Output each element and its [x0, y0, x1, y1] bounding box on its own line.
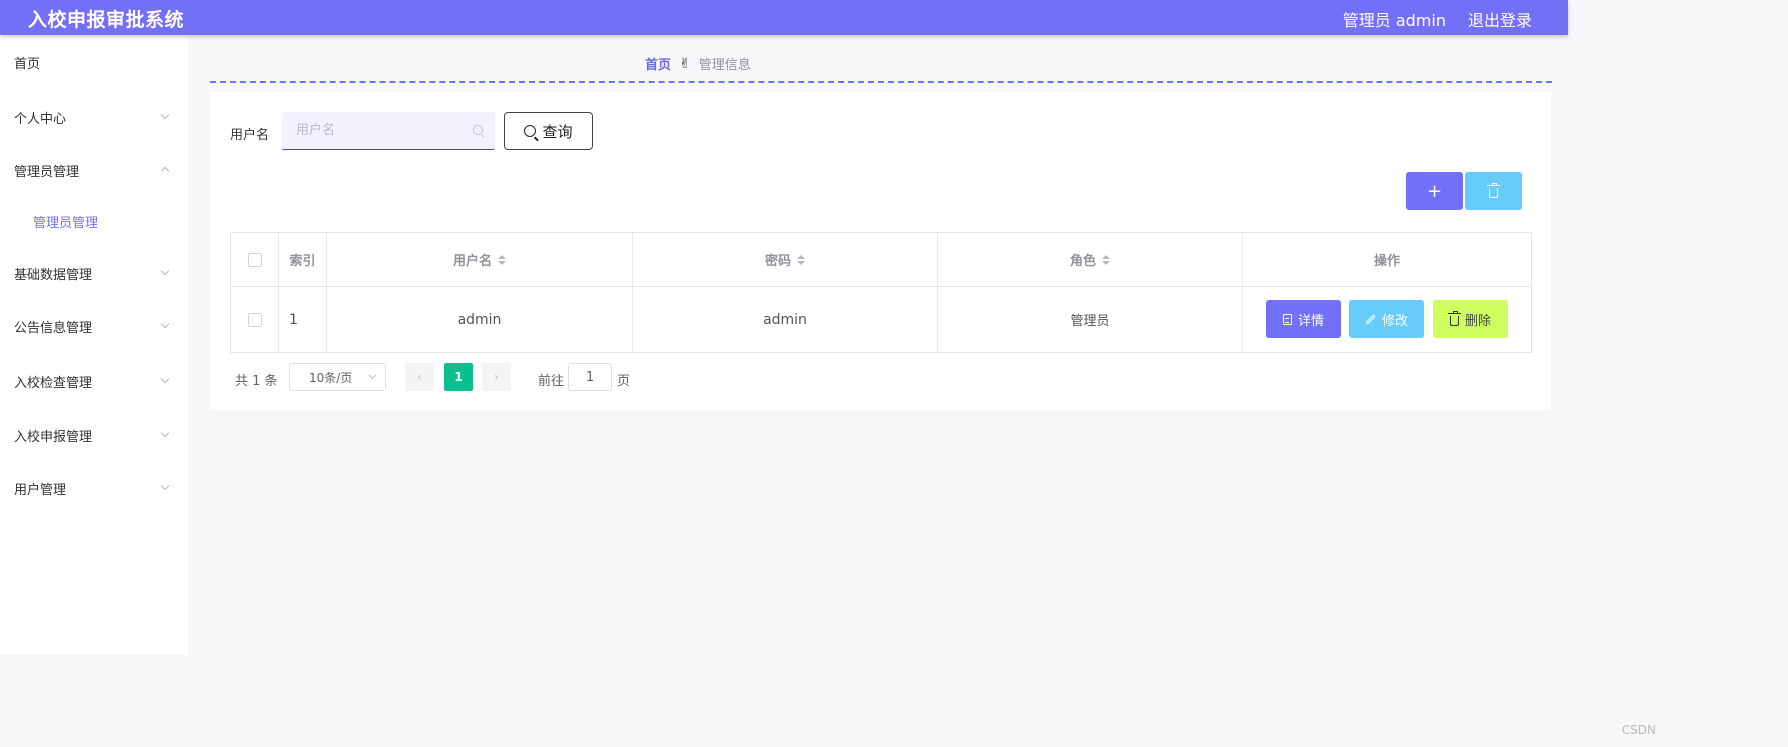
trash-icon: [1487, 182, 1500, 198]
search-input[interactable]: [296, 112, 476, 148]
header-user-area: 管理员 admin 退出登录: [1343, 7, 1532, 31]
sidebar-item-label: 用户管理: [14, 482, 67, 498]
sidebar-item-label: 入校申报管理: [14, 429, 93, 445]
trash-icon: [1447, 310, 1461, 326]
column-header-label: 索引: [289, 254, 316, 269]
sidebar-item-label: 公告信息管理: [14, 320, 93, 336]
detail-button[interactable]: 详情: [1266, 300, 1341, 338]
sidebar-item-label: 个人中心: [14, 111, 67, 127]
sort-icon[interactable]: [797, 254, 805, 265]
query-button[interactable]: 查询: [504, 112, 593, 150]
column-header-label: 密码: [764, 254, 791, 269]
top-header-bar: 入校申报审批系统 管理员 admin 退出登录: [0, 0, 1568, 35]
column-header-label: 操作: [1373, 254, 1400, 269]
goto-label: 前往: [538, 374, 565, 389]
sidebar-item-label: 入校检查管理: [14, 375, 93, 391]
goto-page-input[interactable]: [568, 363, 612, 391]
page-number-current[interactable]: 1: [444, 363, 473, 391]
table-header-row: 索引 用户名 密码 角色 操作: [231, 233, 1531, 287]
cell-password: admin: [633, 287, 938, 352]
cell-index: 1: [279, 287, 327, 352]
cell-actions: 详情 修改 删除: [1243, 287, 1531, 352]
breadcrumb: 首页 ✌ 管理信息: [645, 54, 751, 74]
add-button[interactable]: +: [1406, 172, 1463, 210]
breadcrumb-divider: [210, 81, 1552, 83]
breadcrumb-current: 管理信息: [698, 58, 751, 73]
sidebar-item-personal-center[interactable]: 个人中心: [14, 107, 174, 127]
chevron-down-icon: [160, 110, 170, 120]
hand-icon: ✌: [679, 55, 691, 72]
chevron-down-icon: [160, 266, 170, 276]
delete-button[interactable]: 删除: [1433, 300, 1508, 338]
admin-table: 索引 用户名 密码 角色 操作 1 admin admin 管理员 详情 修改 …: [230, 232, 1532, 353]
sidebar-subitem-admin-management[interactable]: 管理员管理: [33, 211, 193, 231]
pencil-icon: [1365, 314, 1376, 324]
column-header-label: 用户名: [452, 254, 492, 269]
search-icon: [473, 125, 483, 135]
search-label: 用户名: [230, 128, 270, 143]
plus-icon: +: [1426, 180, 1443, 202]
sidebar-item-home[interactable]: 首页: [14, 52, 174, 72]
sidebar-item-entry-declaration[interactable]: 入校申报管理: [14, 425, 174, 445]
sidebar-item-notices[interactable]: 公告信息管理: [14, 316, 174, 336]
chevron-up-icon: [160, 166, 170, 176]
app-title: 入校申报审批系统: [28, 9, 185, 31]
watermark: CSDN: [1621, 723, 1656, 737]
chevron-left-icon: ‹: [417, 370, 422, 384]
chevron-down-icon: [160, 481, 170, 491]
sidebar-item-admin-management[interactable]: 管理员管理: [14, 160, 174, 180]
logout-link[interactable]: 退出登录: [1468, 7, 1532, 31]
search-icon: [524, 125, 537, 137]
chevron-right-icon: ›: [494, 370, 499, 384]
chevron-down-icon: [368, 371, 377, 380]
next-page-button[interactable]: ›: [482, 363, 511, 391]
current-user-label: 管理员 admin: [1342, 11, 1446, 30]
chevron-down-icon: [160, 374, 170, 384]
detail-button-label: 详情: [1297, 313, 1324, 329]
content-card: 用户名 查询 + 索引 用户名: [210, 92, 1551, 410]
row-select-cell: [231, 287, 279, 352]
column-header-role[interactable]: 角色: [938, 233, 1243, 286]
document-icon: [1282, 313, 1292, 325]
column-header-index: 索引: [279, 233, 327, 286]
select-all-checkbox[interactable]: [247, 252, 262, 267]
query-button-label: 查询: [542, 122, 573, 141]
main-content: 首页 ✌ 管理信息 用户名 查询 + 索引: [188, 35, 1568, 655]
select-all-cell: [231, 233, 279, 286]
delete-button-label: 删除: [1464, 313, 1491, 329]
chevron-down-icon: [160, 428, 170, 438]
cell-role: 管理员: [938, 287, 1243, 352]
sort-icon[interactable]: [498, 254, 506, 265]
sidebar-menu: 首页 个人中心 管理员管理 管理员管理 基础数据管理 公告信息管理 入校检查管理…: [0, 35, 188, 655]
sidebar-item-label: 首页: [14, 56, 41, 72]
sidebar-item-entry-check[interactable]: 入校检查管理: [14, 371, 174, 391]
search-field: [282, 112, 495, 150]
sidebar-item-label: 基础数据管理: [14, 267, 93, 283]
page-unit-label: 页: [617, 374, 631, 389]
edit-button-label: 修改: [1381, 313, 1408, 329]
table-row: 1 admin admin 管理员 详情 修改 删除: [231, 287, 1531, 352]
column-header-label: 角色: [1069, 254, 1096, 269]
row-checkbox[interactable]: [247, 312, 262, 327]
chevron-down-icon: [160, 319, 170, 329]
column-header-password[interactable]: 密码: [633, 233, 938, 286]
sort-icon[interactable]: [1102, 254, 1110, 265]
page-size-select[interactable]: 10条/页: [289, 363, 386, 391]
column-header-username[interactable]: 用户名: [327, 233, 633, 286]
edit-button[interactable]: 修改: [1349, 300, 1424, 338]
column-header-actions: 操作: [1243, 233, 1531, 286]
sidebar-item-label: 管理员管理: [33, 215, 99, 231]
pagination-total: 共 1 条: [235, 374, 278, 389]
breadcrumb-home[interactable]: 首页: [645, 54, 671, 73]
sidebar-item-user-management[interactable]: 用户管理: [14, 478, 174, 498]
cell-username: admin: [327, 287, 633, 352]
page-size-value: 10条/页: [309, 370, 353, 385]
sidebar-item-label: 管理员管理: [14, 164, 80, 180]
sidebar-item-basic-data[interactable]: 基础数据管理: [14, 263, 174, 283]
prev-page-button[interactable]: ‹: [405, 363, 434, 391]
batch-delete-button[interactable]: [1465, 172, 1522, 210]
